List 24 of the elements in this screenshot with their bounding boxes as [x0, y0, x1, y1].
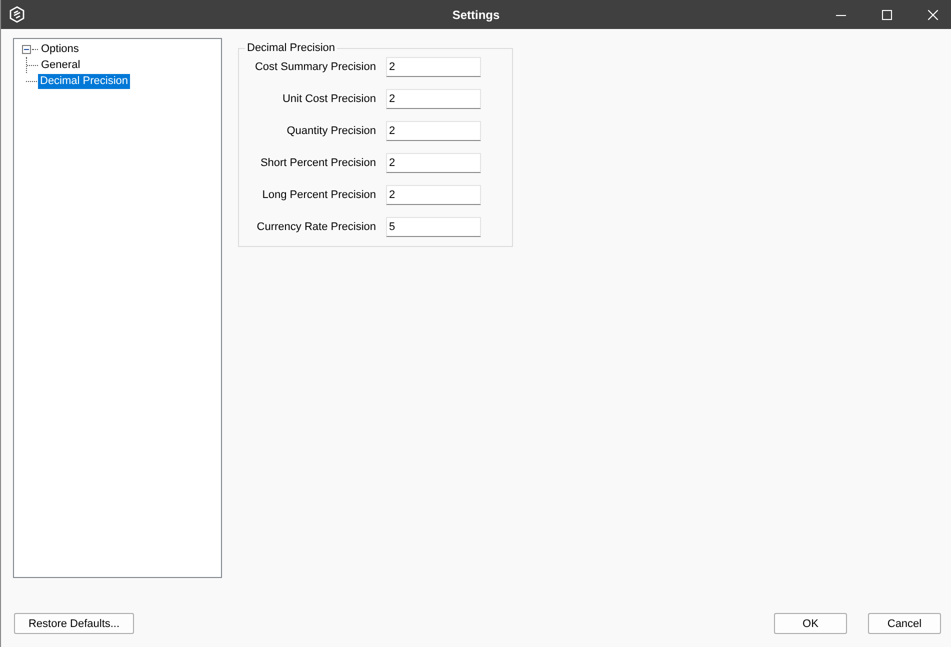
input-field[interactable]: 2: [386, 153, 481, 173]
input-field[interactable]: 5: [386, 217, 481, 237]
collapse-icon[interactable]: [22, 44, 31, 54]
input-field[interactable]: 2: [386, 121, 481, 141]
field-label: Currency Rate Precision: [256, 221, 376, 233]
close-icon[interactable]: [928, 10, 938, 20]
input-field[interactable]: 2: [386, 89, 481, 109]
dialog-button[interactable]: OK: [774, 613, 847, 634]
dialog-button[interactable]: Cancel: [868, 613, 941, 634]
input-field[interactable]: 2: [386, 57, 481, 77]
tree-item[interactable]: Decimal Precision: [38, 74, 130, 88]
field-label: Quantity Precision: [286, 125, 376, 137]
field-label: Short Percent Precision: [259, 157, 376, 169]
tree-item[interactable]: General: [39, 58, 82, 72]
group-title: Decimal Precision: [245, 42, 338, 54]
maximize-icon[interactable]: [882, 10, 892, 20]
hexagon-logo-icon: [9, 6, 25, 23]
field-label: Cost Summary Precision: [254, 61, 376, 73]
input-field[interactable]: 2: [386, 185, 481, 205]
field-label: Unit Cost Precision: [281, 93, 376, 105]
window-title: Settings: [452, 8, 500, 22]
field-label: Long Percent Precision: [261, 189, 376, 201]
tree-item[interactable]: Options: [39, 42, 81, 56]
restore-defaults-button[interactable]: Restore Defaults...: [14, 613, 134, 634]
